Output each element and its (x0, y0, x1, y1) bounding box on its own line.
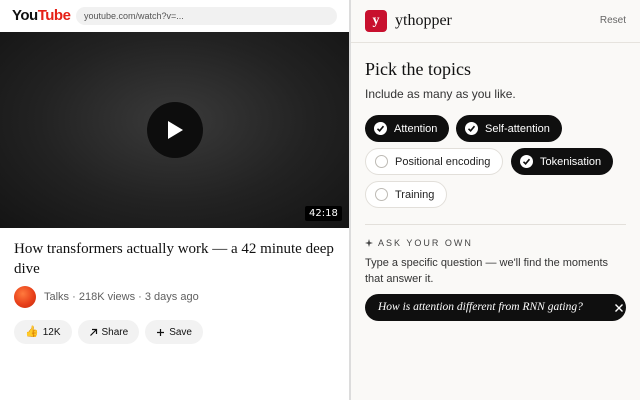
video-duration: 42:18 (305, 206, 342, 221)
topic-chip-label: Attention (394, 122, 438, 135)
topic-chip-label: Positional encoding (395, 155, 491, 168)
reset-button[interactable]: Reset (600, 15, 626, 26)
topic-chip-training[interactable]: Training (365, 181, 448, 208)
topic-chip-self-attention[interactable]: Self-attention (456, 115, 562, 142)
save-button[interactable]: Save (145, 320, 203, 344)
close-icon[interactable] (613, 302, 625, 314)
channel-avatar[interactable] (14, 286, 36, 308)
section-divider (365, 224, 626, 225)
sparkle-icon (365, 239, 373, 247)
play-button[interactable] (147, 102, 203, 158)
ask-label: ASK YOUR OWN (365, 238, 473, 248)
ythopper-header: y ythopper Reset (351, 0, 640, 43)
youtube-logo[interactable]: YouTube (12, 7, 71, 25)
ask-description: Type a specific question — we'll find th… (365, 257, 608, 285)
empty-circle-icon (375, 155, 388, 168)
check-icon (520, 155, 533, 168)
like-button[interactable]: 👍 12K (14, 320, 72, 344)
thumbs-up-icon: 👍 (25, 325, 39, 338)
share-arrow-icon (89, 328, 97, 336)
save-label: Save (169, 326, 192, 338)
video-title: How transformers actually work — a 42 mi… (14, 241, 334, 277)
channel-meta: Talks · 218K views · 3 days ago (14, 286, 199, 308)
ythopper-logo: y (365, 10, 387, 32)
video-actions: 👍 12K Share Save (14, 320, 203, 344)
topic-chip-label: Training (395, 188, 435, 201)
check-icon (374, 122, 387, 135)
empty-circle-icon (375, 188, 388, 201)
ask-label-text: ASK YOUR OWN (378, 238, 473, 248)
like-count: 12K (42, 326, 61, 338)
ythopper-name: ythopper (395, 12, 452, 29)
topics-heading: Pick the topics (365, 59, 471, 79)
share-label: Share (101, 326, 129, 338)
address-bar[interactable]: youtube.com/watch?v=... (76, 7, 337, 25)
question-input[interactable]: How is attention different from RNN gati… (365, 294, 626, 321)
youtube-pane: YouTube youtube.com/watch?v=... 42:18 Ho… (0, 0, 349, 400)
play-icon (168, 121, 183, 139)
share-button[interactable]: Share (77, 320, 140, 344)
check-icon (465, 122, 478, 135)
video-player[interactable]: 42:18 (0, 32, 349, 228)
plus-icon (157, 328, 165, 336)
topics-subheading: Include as many as you like. (365, 87, 516, 101)
youtube-top-bar: YouTube youtube.com/watch?v=... (0, 0, 349, 32)
topic-chip-attention[interactable]: Attention (365, 115, 450, 142)
topic-chip-label: Tokenisation (540, 155, 602, 168)
video-meta-text: Talks · 218K views · 3 days ago (44, 291, 199, 303)
topic-chip-positional-encoding[interactable]: Positional encoding (365, 148, 504, 175)
topic-chip-tokenisation[interactable]: Tokenisation (511, 148, 614, 175)
ythopper-panel: y ythopper Reset Pick the topics Include… (351, 0, 640, 400)
topic-chip-label: Self-attention (485, 122, 550, 135)
